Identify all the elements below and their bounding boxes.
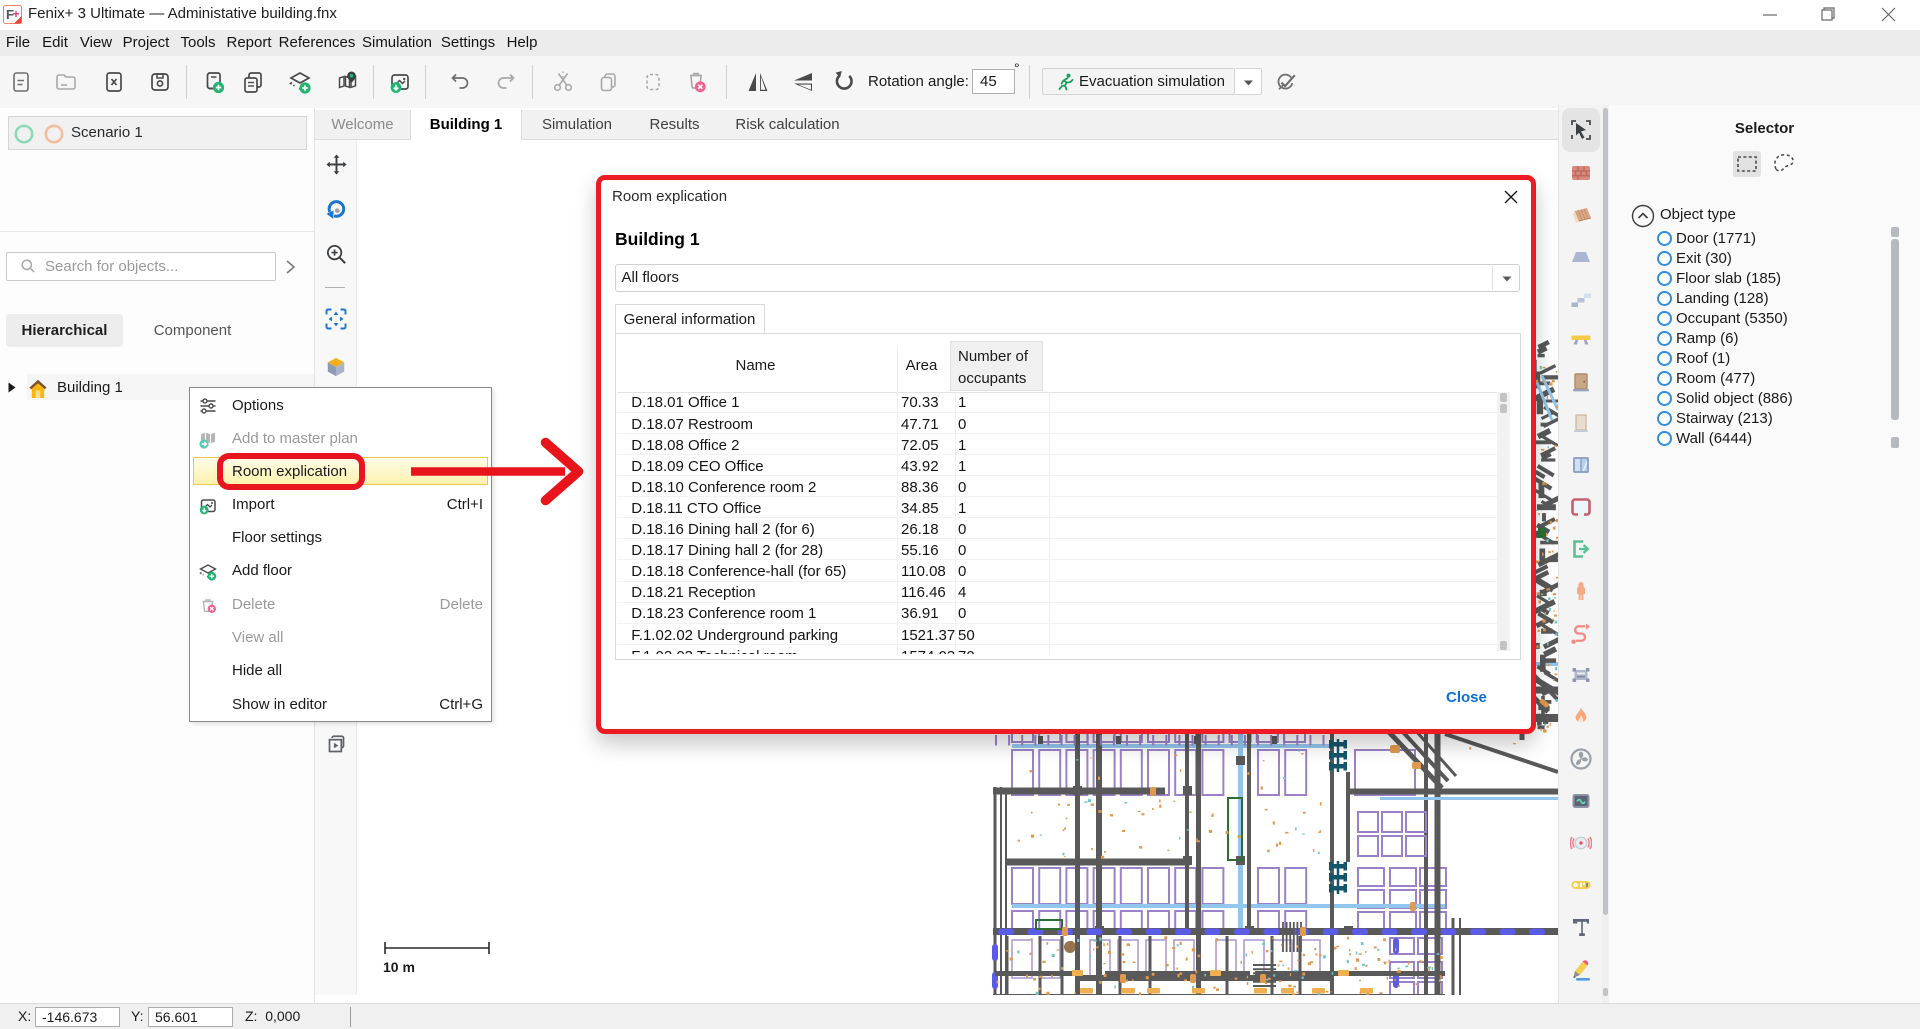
svg-text:+: + — [13, 7, 20, 21]
svg-text:10 m: 10 m — [383, 959, 415, 975]
